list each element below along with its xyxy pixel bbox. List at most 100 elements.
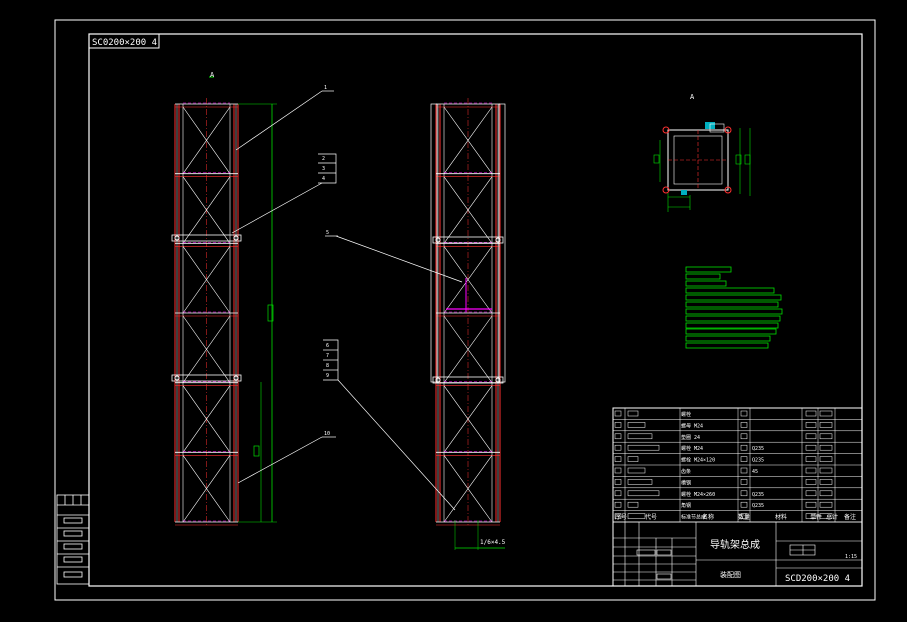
side-tower-truss [430,98,506,526]
drawing-number: SCD200×200 4 [785,574,850,584]
section-label: A [690,93,695,101]
callout-9: 9 [326,373,329,379]
callout-5: 5 [326,230,329,236]
bom-weight-box [805,433,817,440]
bom-part-name: 角钢 [681,502,691,509]
note-line [685,342,769,349]
bom-header-total: 总计 [826,513,838,521]
note-line [685,335,771,342]
bom-material: Q235 [752,446,764,452]
bom-qty-box [740,456,748,462]
front-tower-truss [171,98,242,526]
note-line [685,328,777,335]
bom-part-name: 螺栓 M24 [681,445,703,452]
bom-row: 齿条 45 [613,467,862,477]
bom-part-name: 螺栓 [681,411,691,418]
note-line [685,266,732,273]
bom-material: Q235 [752,492,764,498]
side-view: 1/6×4.5 [430,98,506,550]
title-block: 螺栓螺母 M24 垫圈 24 螺栓 M24 Q235 螺栓 M24×120 Q235 齿条 4… [612,407,863,587]
revision-table [56,494,90,585]
callout-2: 2 [322,156,325,162]
cad-drawing-canvas: SC0200×200 4 A 1/6×4.5 1 2 3 4 5 6 7 8 9… [54,19,876,601]
bom-material: Q235 [752,458,764,464]
bom-total-box [819,422,833,428]
bom-total-box [819,456,833,462]
bom-part-name: 垫圈 24 [681,434,700,441]
bom-row: 螺栓 M24 Q235 [613,444,862,454]
bom-code-box [627,513,646,519]
bom-qty-box [740,501,748,508]
bom-header-no: 序号 [615,513,627,521]
front-view: A [171,71,277,526]
bom-code-box [627,479,653,485]
bom-qty-box [740,490,748,497]
callout-1: 1 [324,85,327,91]
bom-weight-box [805,456,817,462]
bom-qty-box [740,467,748,474]
stamp-text: SC0200×200 4 [92,38,157,48]
bom-weight-box [805,479,817,485]
note-line [685,280,727,287]
bom-header-code: 代号 [645,513,657,521]
bom-no-box [614,433,622,440]
bom-row: 角钢 Q235 [613,501,862,511]
bom-weight-box [805,410,817,417]
bom-part-name: 螺母 M24 [681,422,703,429]
bom-code-box [627,467,646,474]
callout-8: 8 [326,363,329,369]
bom-total-box [819,490,833,497]
bom-weight-box [805,490,817,497]
technical-notes [685,266,783,349]
bom-qty-box [740,444,748,451]
bom-total-box [819,467,833,474]
bom-no-box [614,456,622,462]
bom-row: 螺母 M24 [613,422,862,432]
drawing-title: 导轨架总成 [710,538,760,551]
section-marker-top: A [210,71,215,79]
note-line [685,273,721,280]
bom-qty-box [740,422,748,428]
bom-total-box [819,444,833,451]
bom-code-box [627,422,646,428]
bom-row: 槽钢 [613,479,862,489]
plan-section-view: A [653,93,751,212]
bom-code-box [627,410,639,417]
bom-qty-box [740,433,748,440]
bom-header-qty: 数量 [738,513,750,521]
bom-no-box [614,410,622,417]
drawing-scale: 1:15 [845,554,857,560]
bom-weight-box [805,467,817,474]
bom-no-box [614,479,622,485]
bom-row: 螺栓 M24×260 Q235 [613,490,862,500]
bom-material: 45 [752,469,758,475]
callout-7: 7 [326,353,329,359]
bom-header-remark: 备注 [844,513,856,521]
bom-header-material: 材料 [775,513,787,521]
note-line [685,315,781,322]
note-line [685,301,779,308]
bom-code-box [627,490,660,497]
bom-total-box [819,479,833,485]
bill-of-materials: 螺栓螺母 M24 垫圈 24 螺栓 M24 Q235 螺栓 M24×120 Q235 齿条 4… [613,408,862,523]
bom-no-box [614,490,622,497]
note-line [685,287,775,294]
callout-4: 4 [322,176,325,182]
bom-header-name: 名称 [702,513,714,521]
bom-no-box [614,467,622,474]
side-dimension-note: 1/6×4.5 [480,539,506,546]
callout-10: 10 [324,431,330,437]
bom-no-box [614,501,622,508]
callout-6: 6 [326,343,329,349]
bom-code-box [627,456,639,462]
bom-header-unit: 单件 [810,513,822,521]
bom-row: 螺栓 [613,410,862,420]
bom-weight-box [805,422,817,428]
inner-border [88,33,863,587]
bom-material: Q235 [752,503,764,509]
bom-weight-box [805,501,817,508]
bom-row: 垫圈 24 [613,433,862,443]
bom-code-box [627,501,639,508]
bom-total-box [819,501,833,508]
bom-part-name: 齿条 [681,468,691,475]
